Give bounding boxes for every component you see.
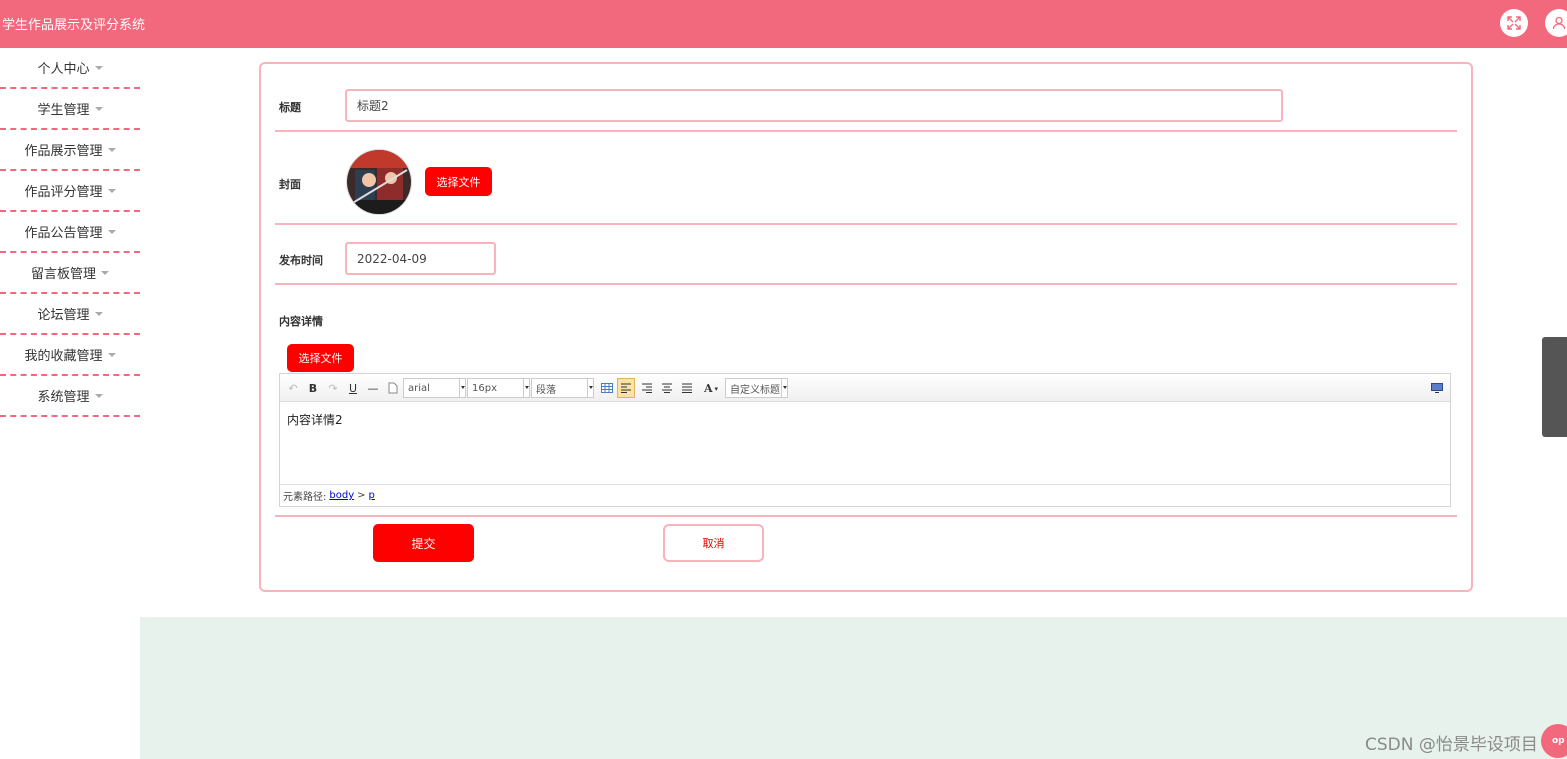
footer-area [140, 617, 1567, 759]
caret-down-icon [94, 65, 103, 70]
custom-title-select[interactable]: 自定义标题 [725, 378, 788, 398]
submit-button[interactable]: 提交 [373, 524, 474, 562]
watermark: CSDN @怡景毕设项目 [1365, 735, 1538, 755]
table-icon[interactable] [599, 378, 615, 398]
rich-text-editor: ↶ B ↷ U — arial 16px 段落 A ▾ 自定义标题 内容详情2 … [279, 373, 1451, 507]
sidebar-item-personal-center[interactable]: 个人中心 [0, 48, 140, 89]
top-bar: 学生作品展示及评分系统 [0, 0, 1567, 48]
editor-content[interactable]: 内容详情2 [287, 411, 343, 428]
preview-icon[interactable] [1430, 378, 1444, 398]
caret-down-icon [94, 393, 103, 398]
horizontal-rule-icon[interactable]: — [366, 378, 380, 398]
caret-down-icon [94, 311, 103, 316]
edit-form: 标题 标题2 封面 选择文件 发布时间 2022-04-09 内容详情 选择文件… [259, 62, 1473, 592]
content-choose-file-button[interactable]: 选择文件 [287, 344, 354, 372]
align-justify-icon[interactable] [679, 378, 695, 398]
sidebar-item-system[interactable]: 系统管理 [0, 376, 140, 417]
cover-image [346, 149, 412, 215]
sidebar-item-works-rating[interactable]: 作品评分管理 [0, 171, 140, 212]
sidebar-item-works-display[interactable]: 作品展示管理 [0, 130, 140, 171]
sidebar-item-forum[interactable]: 论坛管理 [0, 294, 140, 335]
expand-icon[interactable] [1500, 9, 1528, 37]
caret-down-icon [107, 188, 116, 193]
align-center-icon[interactable] [659, 378, 675, 398]
undo-icon[interactable]: ↶ [286, 378, 300, 398]
divider [275, 283, 1457, 285]
caret-down-icon [101, 270, 109, 275]
title-input[interactable]: 标题2 [345, 89, 1283, 122]
back-to-top-button[interactable]: op [1541, 724, 1567, 758]
underline-button[interactable]: U [346, 378, 360, 398]
divider [275, 130, 1457, 132]
cover-label: 封面 [279, 178, 301, 191]
app-title: 学生作品展示及评分系统 [2, 18, 146, 33]
sidebar: 个人中心 学生管理 作品展示管理 作品评分管理 作品公告管理 留言板管理 论坛管… [0, 48, 140, 417]
caret-down-icon [107, 229, 116, 234]
sidebar-item-favorites[interactable]: 我的收藏管理 [0, 335, 140, 376]
align-left-icon[interactable] [617, 378, 635, 398]
cover-choose-file-button[interactable]: 选择文件 [425, 167, 492, 196]
user-icon[interactable] [1545, 9, 1567, 37]
path-body-link[interactable]: body [329, 490, 354, 501]
sidebar-item-student-management[interactable]: 学生管理 [0, 89, 140, 130]
redo-icon[interactable]: ↷ [326, 378, 340, 398]
date-input[interactable]: 2022-04-09 [345, 242, 496, 275]
divider [275, 223, 1457, 225]
paragraph-select[interactable]: 段落 [531, 378, 594, 398]
content-label: 内容详情 [279, 315, 323, 328]
bold-button[interactable]: B [306, 378, 320, 398]
side-collapse-tab[interactable] [1542, 337, 1567, 437]
font-color-button[interactable]: A ▾ [700, 378, 722, 398]
font-size-select[interactable]: 16px [467, 378, 530, 398]
font-family-select[interactable]: arial [403, 378, 466, 398]
path-p-link[interactable]: p [369, 490, 375, 501]
caret-down-icon [107, 352, 116, 357]
element-path: 元素路径: body > p [280, 484, 1450, 506]
caret-down-icon [94, 106, 103, 111]
caret-down-icon [107, 147, 116, 152]
sidebar-item-works-notice[interactable]: 作品公告管理 [0, 212, 140, 253]
page-break-icon[interactable] [386, 378, 400, 398]
sidebar-item-message-board[interactable]: 留言板管理 [0, 253, 140, 294]
cancel-button[interactable]: 取消 [663, 524, 764, 562]
divider [275, 515, 1457, 517]
align-right-icon[interactable] [639, 378, 655, 398]
title-label: 标题 [279, 101, 301, 114]
date-label: 发布时间 [279, 254, 323, 267]
editor-toolbar: ↶ B ↷ U — arial 16px 段落 A ▾ 自定义标题 [280, 374, 1450, 402]
